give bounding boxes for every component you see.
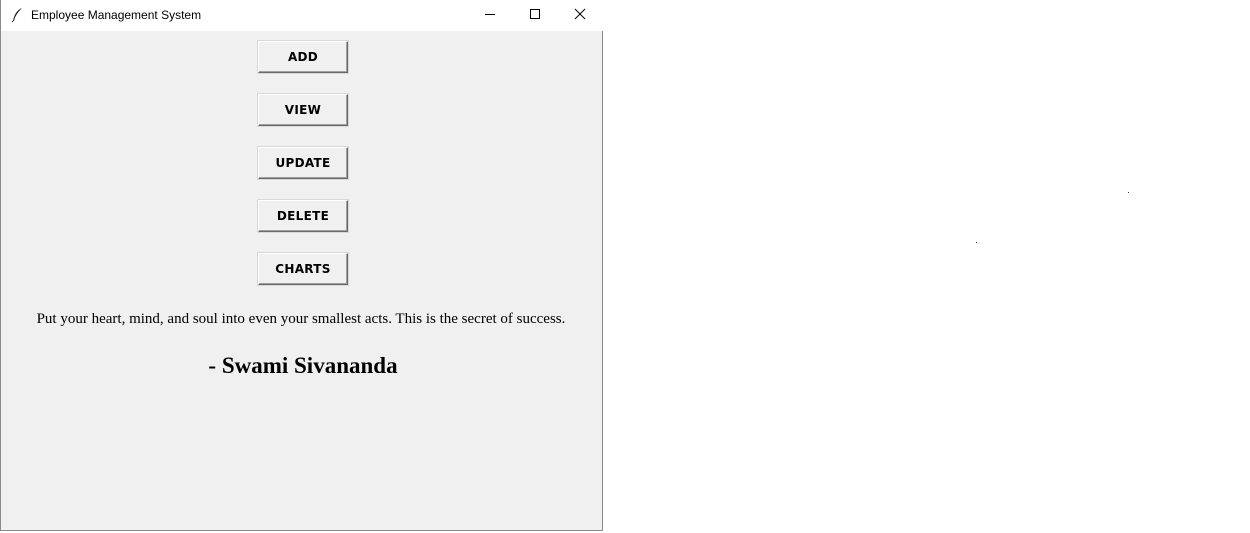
maximize-icon	[529, 7, 541, 25]
main-content: ADD VIEW UPDATE DELETE CHARTS Put your h…	[1, 31, 603, 531]
desktop-speck	[1128, 192, 1129, 193]
minimize-button[interactable]	[467, 0, 513, 31]
minimize-icon	[484, 7, 496, 25]
close-icon	[574, 7, 586, 25]
charts-button[interactable]: CHARTS	[258, 253, 348, 285]
app-window: Employee Management System ADD VIEW UPDA…	[0, 0, 603, 531]
quote-author: - Swami Sivananda	[208, 353, 398, 378]
add-button[interactable]: ADD	[258, 41, 348, 73]
maximize-button[interactable]	[512, 0, 558, 31]
view-button[interactable]: VIEW	[258, 94, 348, 126]
title-bar[interactable]: Employee Management System	[1, 0, 603, 31]
feather-icon	[10, 7, 26, 23]
delete-button[interactable]: DELETE	[258, 200, 348, 232]
window-title: Employee Management System	[31, 8, 202, 22]
desktop-speck	[976, 242, 977, 243]
update-button[interactable]: UPDATE	[258, 147, 348, 179]
quote-text: Put your heart, mind, and soul into even…	[36, 311, 566, 327]
close-button[interactable]	[557, 0, 603, 31]
